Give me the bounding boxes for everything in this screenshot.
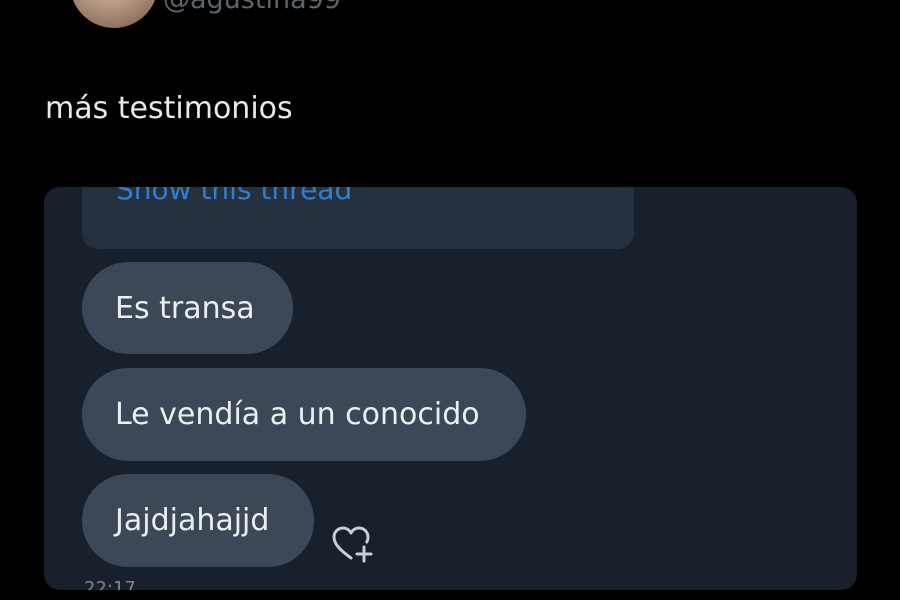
show-thread-link[interactable]: Show this thread [116,187,352,206]
thread-bubble: Show this thread [82,187,634,249]
tweet-text: más testimonios [45,91,293,126]
message-timestamp: 22:17 [84,578,136,590]
message-bubble: Le vendía a un conocido [82,368,526,461]
avatar[interactable] [70,0,158,28]
message-bubble: Es transa [82,262,293,354]
user-handle[interactable]: @agustina99 [163,0,341,15]
tweet-screenshot: @agustina99 más testimonios Show this th… [0,0,900,600]
chat-screenshot-card: Show this thread Es transa Le vendía a u… [44,187,857,590]
message-bubble: Jajdjahajjd [82,474,314,567]
heart-plus-icon[interactable] [331,524,375,564]
